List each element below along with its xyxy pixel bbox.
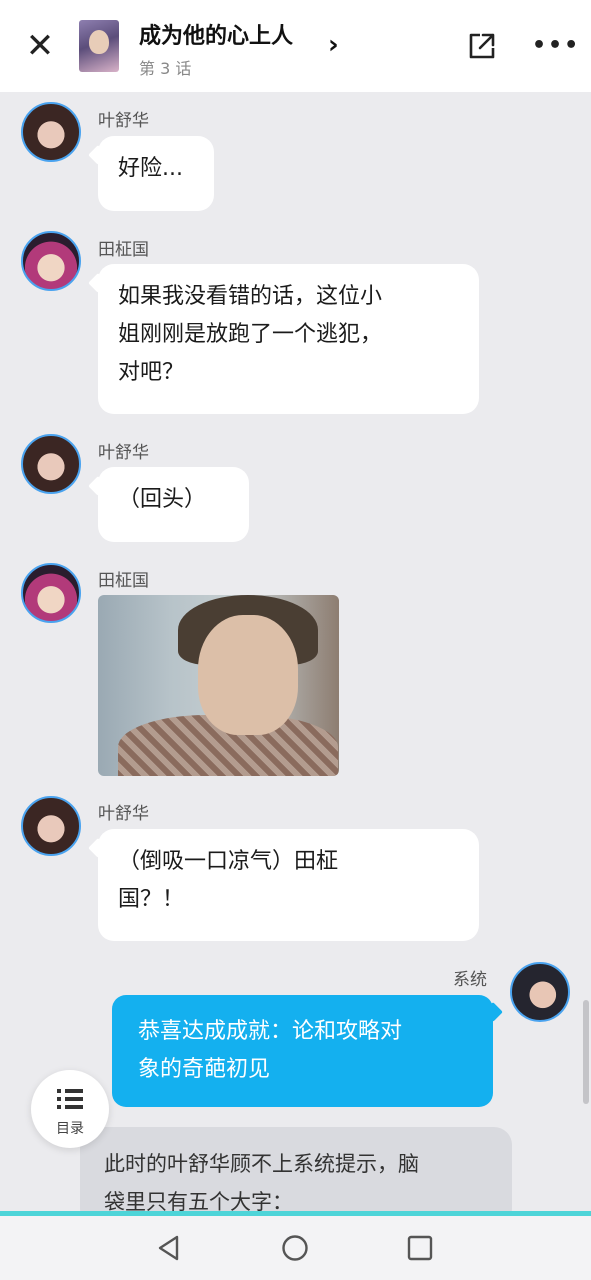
list-icon bbox=[57, 1089, 83, 1109]
story-title[interactable]: 成为他的心上人 bbox=[139, 18, 293, 50]
system-text-line: 恭喜达成成就：论和攻略对 bbox=[138, 1019, 403, 1044]
speaker-name: 田柾国 bbox=[98, 571, 149, 591]
scrollbar[interactable] bbox=[583, 1000, 589, 1104]
header-bar: ✕ 成为他的心上人 › 第 3 话 ••• bbox=[0, 0, 591, 92]
system-nav-bar bbox=[0, 1216, 591, 1280]
toc-label: 目录 bbox=[56, 1121, 84, 1137]
message-photo[interactable] bbox=[98, 595, 339, 776]
message-text-line: 姐刚刚是放跑了一个逃犯， bbox=[118, 322, 383, 347]
close-icon[interactable]: ✕ bbox=[22, 28, 58, 64]
message-bubble: 如果我没看错的话，这位小 姐刚刚是放跑了一个逃犯， 对吧？ bbox=[88, 264, 479, 414]
home-circle-icon[interactable] bbox=[279, 1232, 311, 1264]
speaker-name: 叶舒华 bbox=[98, 443, 149, 463]
system-text-line: 象的奇葩初见 bbox=[138, 1057, 271, 1082]
message-bubble: 好险... bbox=[88, 136, 214, 211]
story-cover-thumbnail[interactable] bbox=[79, 20, 119, 72]
message-text-line: （倒吸一口凉气）田柾 bbox=[118, 849, 339, 874]
message-text-line: 对吧？ bbox=[118, 360, 185, 385]
avatar-tian-zhengguo[interactable] bbox=[21, 231, 81, 291]
message-text-line: 国？！ bbox=[118, 887, 185, 912]
avatar-ye-shuhua[interactable] bbox=[21, 434, 81, 494]
avatar-tian-zhengguo[interactable] bbox=[21, 563, 81, 623]
system-bubble: 恭喜达成成就：论和攻略对 象的奇葩初见 bbox=[112, 995, 503, 1107]
message-text: 好险... bbox=[118, 156, 183, 181]
speaker-name: 田柾国 bbox=[98, 240, 149, 260]
episode-label: 第 3 话 bbox=[139, 59, 192, 78]
avatar-ye-shuhua[interactable] bbox=[21, 796, 81, 856]
narration-line: 此时的叶舒华顾不上系统提示，脑 bbox=[104, 1152, 419, 1176]
chevron-right-icon[interactable]: › bbox=[328, 30, 339, 60]
message-bubble: （回头） bbox=[88, 467, 249, 542]
message-text-line: 如果我没看错的话，这位小 bbox=[118, 284, 383, 309]
table-of-contents-button[interactable]: 目录 bbox=[31, 1070, 109, 1148]
more-icon[interactable]: ••• bbox=[532, 28, 578, 64]
speaker-name: 叶舒华 bbox=[98, 111, 149, 131]
share-icon[interactable] bbox=[466, 30, 498, 62]
avatar-system[interactable] bbox=[510, 962, 570, 1022]
message-bubble: （倒吸一口凉气）田柾 国？！ bbox=[88, 829, 479, 941]
avatar-ye-shuhua[interactable] bbox=[21, 102, 81, 162]
speaker-name: 系统 bbox=[453, 970, 487, 990]
back-triangle-icon[interactable] bbox=[153, 1232, 185, 1264]
recents-square-icon[interactable] bbox=[404, 1232, 436, 1264]
speaker-name: 叶舒华 bbox=[98, 804, 149, 824]
message-text: （回头） bbox=[118, 487, 207, 512]
